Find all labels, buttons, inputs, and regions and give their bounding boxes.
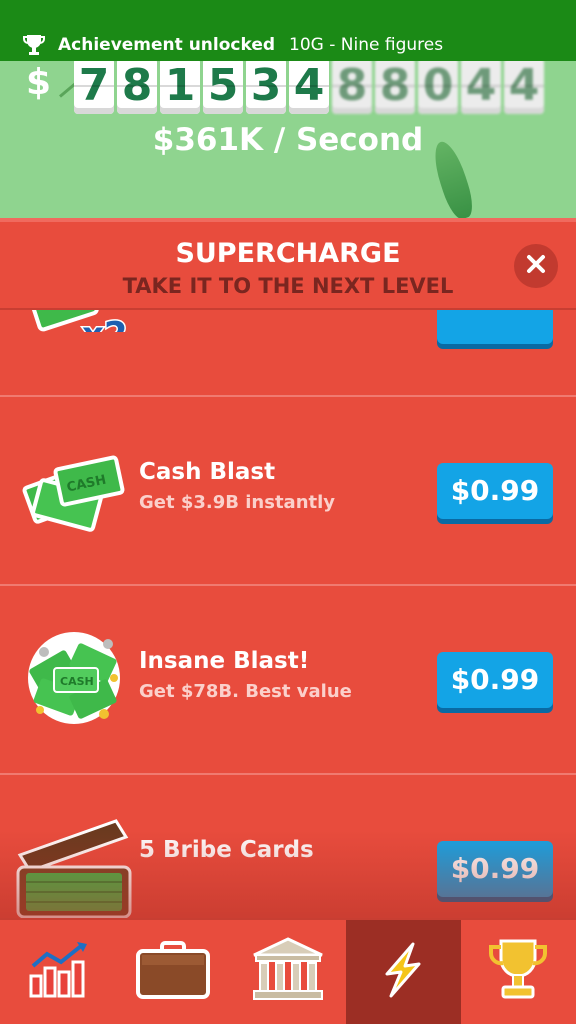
balance-digit: 3 — [246, 58, 286, 114]
list-item: x2 — [0, 310, 576, 397]
balance-digit: 7 — [74, 58, 114, 114]
lightning-icon — [373, 940, 433, 1004]
nav-tab-stats[interactable] — [0, 920, 115, 1024]
nav-tab-supercharge[interactable] — [345, 920, 461, 1024]
achievement-title: Achievement unlocked — [58, 34, 276, 55]
balance-counter: 7 8 1 5 3 4 8 8 0 4 4 — [74, 58, 544, 114]
item-name: Insane Blast! — [139, 648, 310, 674]
svg-text:CASH: CASH — [60, 675, 94, 688]
buy-button[interactable]: $0.99 — [437, 841, 553, 897]
income-rate: $361K / Second — [152, 122, 424, 158]
supercharge-list[interactable]: x2 CASH Cash Blast Get $3.9B instantly $… — [0, 310, 576, 918]
balance-digit: 5 — [203, 58, 243, 114]
cash-stack-icon: CASH — [22, 437, 126, 541]
item-description: Get $78B. Best value — [139, 681, 352, 702]
cash-briefcase-icon — [12, 815, 136, 918]
balance-digit-spinning: 4 — [461, 58, 501, 114]
balance-digit-spinning: 8 — [332, 58, 372, 114]
item-name: Cash Blast — [139, 459, 276, 485]
list-item: CASH Cash Blast Get $3.9B instantly $0.9… — [0, 397, 576, 586]
close-icon — [526, 254, 546, 278]
nav-tab-businesses[interactable] — [115, 920, 230, 1024]
balance-digit-spinning: 8 — [375, 58, 415, 114]
briefcase-icon — [134, 939, 212, 1005]
list-item: 5 Bribe Cards $0.99 — [0, 775, 576, 918]
trophy-icon — [487, 937, 549, 1007]
currency-symbol: $ — [26, 62, 52, 103]
stats-chart-icon — [27, 940, 89, 1004]
balance-digit: 4 — [289, 58, 329, 114]
achievement-detail: 10G - Nine figures — [289, 34, 444, 55]
bank-icon — [250, 937, 326, 1007]
buy-button[interactable]: $0.99 — [437, 463, 553, 519]
supercharge-header: SUPERCHARGE TAKE IT TO THE NEXT LEVEL — [0, 218, 576, 310]
buy-button[interactable] — [437, 310, 553, 344]
achievement-toast: Achievement unlocked 10G - Nine figures — [0, 28, 576, 61]
trophy-icon — [22, 33, 46, 57]
item-name: 5 Bribe Cards — [139, 837, 314, 863]
close-button[interactable] — [514, 244, 558, 288]
balance-digit: 8 — [117, 58, 157, 114]
cash-explosion-icon: CASH — [22, 626, 126, 730]
svg-text:x2: x2 — [82, 315, 126, 332]
buy-button[interactable]: $0.99 — [437, 652, 553, 708]
cash-x2-icon: x2 — [22, 310, 129, 357]
supercharge-subtitle: TAKE IT TO THE NEXT LEVEL — [122, 274, 454, 298]
list-item: CASH Insane Blast! Get $78B. Best value … — [0, 586, 576, 775]
nav-tab-achievements[interactable] — [461, 920, 576, 1024]
supercharge-title: SUPERCHARGE — [175, 238, 401, 269]
balance-digit-spinning: 0 — [418, 58, 458, 114]
nav-tab-investments[interactable] — [230, 920, 345, 1024]
balance-digit-spinning: 4 — [504, 58, 544, 114]
balance-digit: 1 — [160, 58, 200, 114]
item-description: Get $3.9B instantly — [139, 492, 336, 513]
bottom-nav — [0, 918, 576, 1024]
status-bar — [0, 0, 576, 28]
